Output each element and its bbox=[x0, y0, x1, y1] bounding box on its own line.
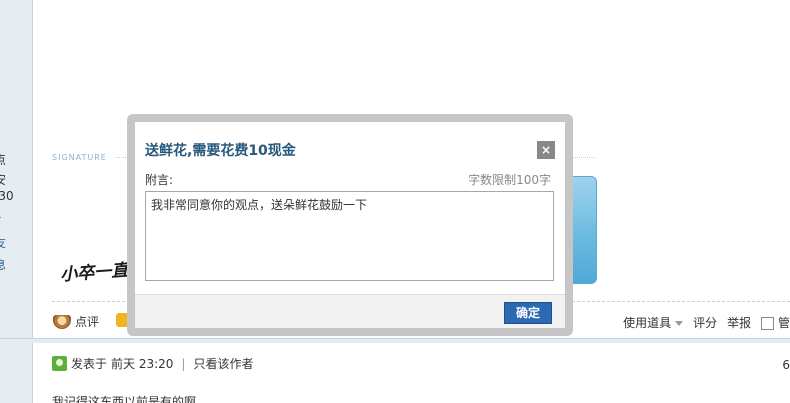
coffee-cup-icon bbox=[53, 314, 71, 329]
chevron-down-icon bbox=[675, 321, 684, 326]
note-label: 附言: bbox=[145, 173, 174, 187]
post-meta: 发表于 前天 23:20 | 只看该作者 bbox=[52, 355, 253, 372]
comment-label: 点评 bbox=[75, 315, 100, 329]
sidebar-link-friend[interactable]: 友 bbox=[0, 234, 6, 251]
author-only-link[interactable]: 只看该作者 bbox=[193, 355, 253, 372]
comment-button[interactable]: 点评 bbox=[53, 313, 99, 330]
dialog-title: 送鲜花,需要花费10现金 bbox=[145, 143, 296, 159]
sidebar-fragment: -30 bbox=[0, 189, 14, 203]
sidebar-link-message[interactable]: 息 bbox=[0, 256, 6, 273]
send-flower-dialog: 送鲜花,需要花费10现金 × 附言: 字数限制100字 我非常同意你的观点，送朵… bbox=[135, 122, 565, 328]
use-tools-label: 使用道具 bbox=[623, 316, 672, 330]
posted-time: 前天 23:20 bbox=[111, 357, 174, 371]
floor-number[interactable]: 6 bbox=[782, 358, 790, 372]
post-separator bbox=[0, 338, 790, 343]
note-textarea[interactable]: 我非常同意你的观点，送朵鲜花鼓励一下 bbox=[145, 191, 554, 281]
post-tools: 使用道具 评分 举报 管 bbox=[623, 314, 790, 331]
dialog-footer: 确定 bbox=[135, 294, 565, 328]
meta-divider: | bbox=[181, 356, 186, 371]
sidebar-fragment: 点 bbox=[0, 151, 6, 168]
manage-checkbox-wrap: 管 bbox=[761, 314, 790, 331]
confirm-button[interactable]: 确定 bbox=[504, 302, 552, 324]
close-button[interactable]: × bbox=[537, 141, 555, 159]
manage-checkbox[interactable] bbox=[761, 317, 775, 330]
send-flower-dialog-frame: 送鲜花,需要花费10现金 × 附言: 字数限制100字 我非常同意你的观点，送朵… bbox=[127, 114, 573, 336]
posted-prefix: 发表于 bbox=[71, 357, 108, 371]
signature-handwriting: 小卒一直 bbox=[59, 260, 129, 286]
signature-label: SIGNATURE bbox=[52, 153, 107, 162]
use-tools-button[interactable]: 使用道具 bbox=[623, 314, 684, 331]
manage-label: 管 bbox=[777, 316, 790, 330]
rate-link[interactable]: 评分 bbox=[693, 314, 717, 331]
post-body: 我记得这东西以前是有的啊 bbox=[52, 395, 197, 403]
report-link[interactable]: 举报 bbox=[727, 314, 751, 331]
sidebar-fragment: 安 bbox=[0, 171, 6, 188]
online-user-icon bbox=[52, 356, 67, 371]
char-limit-text: 字数限制100字 bbox=[468, 173, 551, 187]
sidebar-fragment: 1 bbox=[0, 207, 2, 221]
